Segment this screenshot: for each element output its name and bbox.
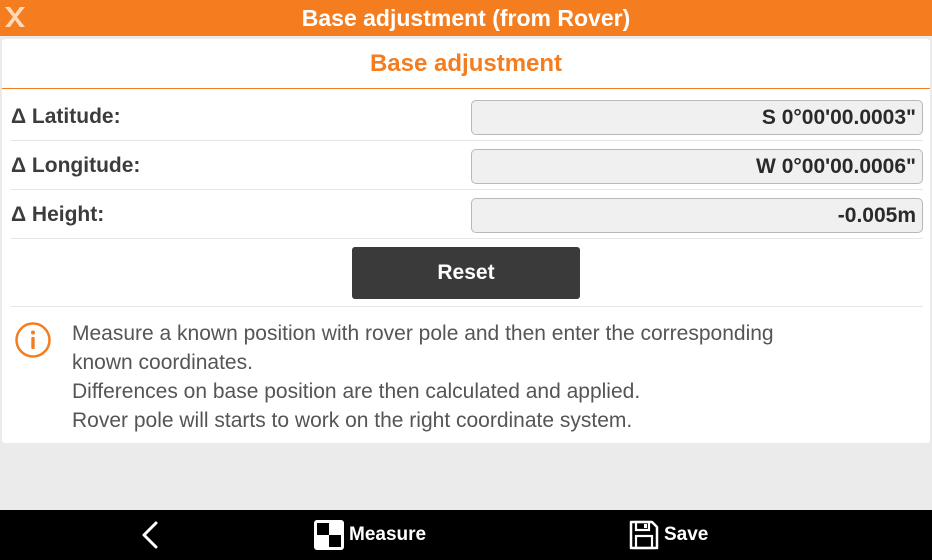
checker-target-icon <box>314 520 344 550</box>
delta-latitude-row: Δ Latitude: S 0°00'00.0003" <box>11 92 923 141</box>
panel-header: Base adjustment <box>2 39 930 89</box>
floppy-disk-icon <box>629 520 659 550</box>
info-line: Measure a known position with rover pole… <box>72 322 774 345</box>
reset-button[interactable]: Reset <box>352 247 580 299</box>
delta-height-row: Δ Height: -0.005m <box>11 190 923 239</box>
info-line: Differences on base position are then ca… <box>72 380 641 403</box>
measure-button[interactable]: Measure <box>313 510 426 560</box>
divider <box>11 306 923 307</box>
bottom-toolbar: Measure Save <box>0 510 932 560</box>
base-adjustment-panel: Base adjustment Δ Latitude: S 0°00'00.00… <box>2 39 930 443</box>
info-line: Rover pole will starts to work on the ri… <box>72 409 633 432</box>
delta-height-field[interactable]: -0.005m <box>471 198 923 233</box>
save-button[interactable]: Save <box>628 510 708 560</box>
delta-longitude-field[interactable]: W 0°00'00.0006" <box>471 149 923 184</box>
delta-longitude-row: Δ Longitude: W 0°00'00.0006" <box>11 141 923 190</box>
info-icon <box>15 322 51 358</box>
info-message: Measure a known position with rover pole… <box>72 319 922 435</box>
delta-latitude-label: Δ Latitude: <box>11 105 121 128</box>
measure-label: Measure <box>349 524 427 545</box>
info-line: known coordinates. <box>72 351 253 374</box>
save-label: Save <box>664 524 709 545</box>
chevron-left-icon[interactable] <box>136 520 166 550</box>
delta-latitude-field[interactable]: S 0°00'00.0003" <box>471 100 923 135</box>
panel-title: Base adjustment <box>369 50 563 77</box>
title-bar: Base adjustment (from Rover) <box>0 0 932 36</box>
delta-longitude-label: Δ Longitude: <box>11 154 141 177</box>
window-title: Base adjustment (from Rover) <box>301 5 631 31</box>
delta-height-label: Δ Height: <box>11 203 105 226</box>
